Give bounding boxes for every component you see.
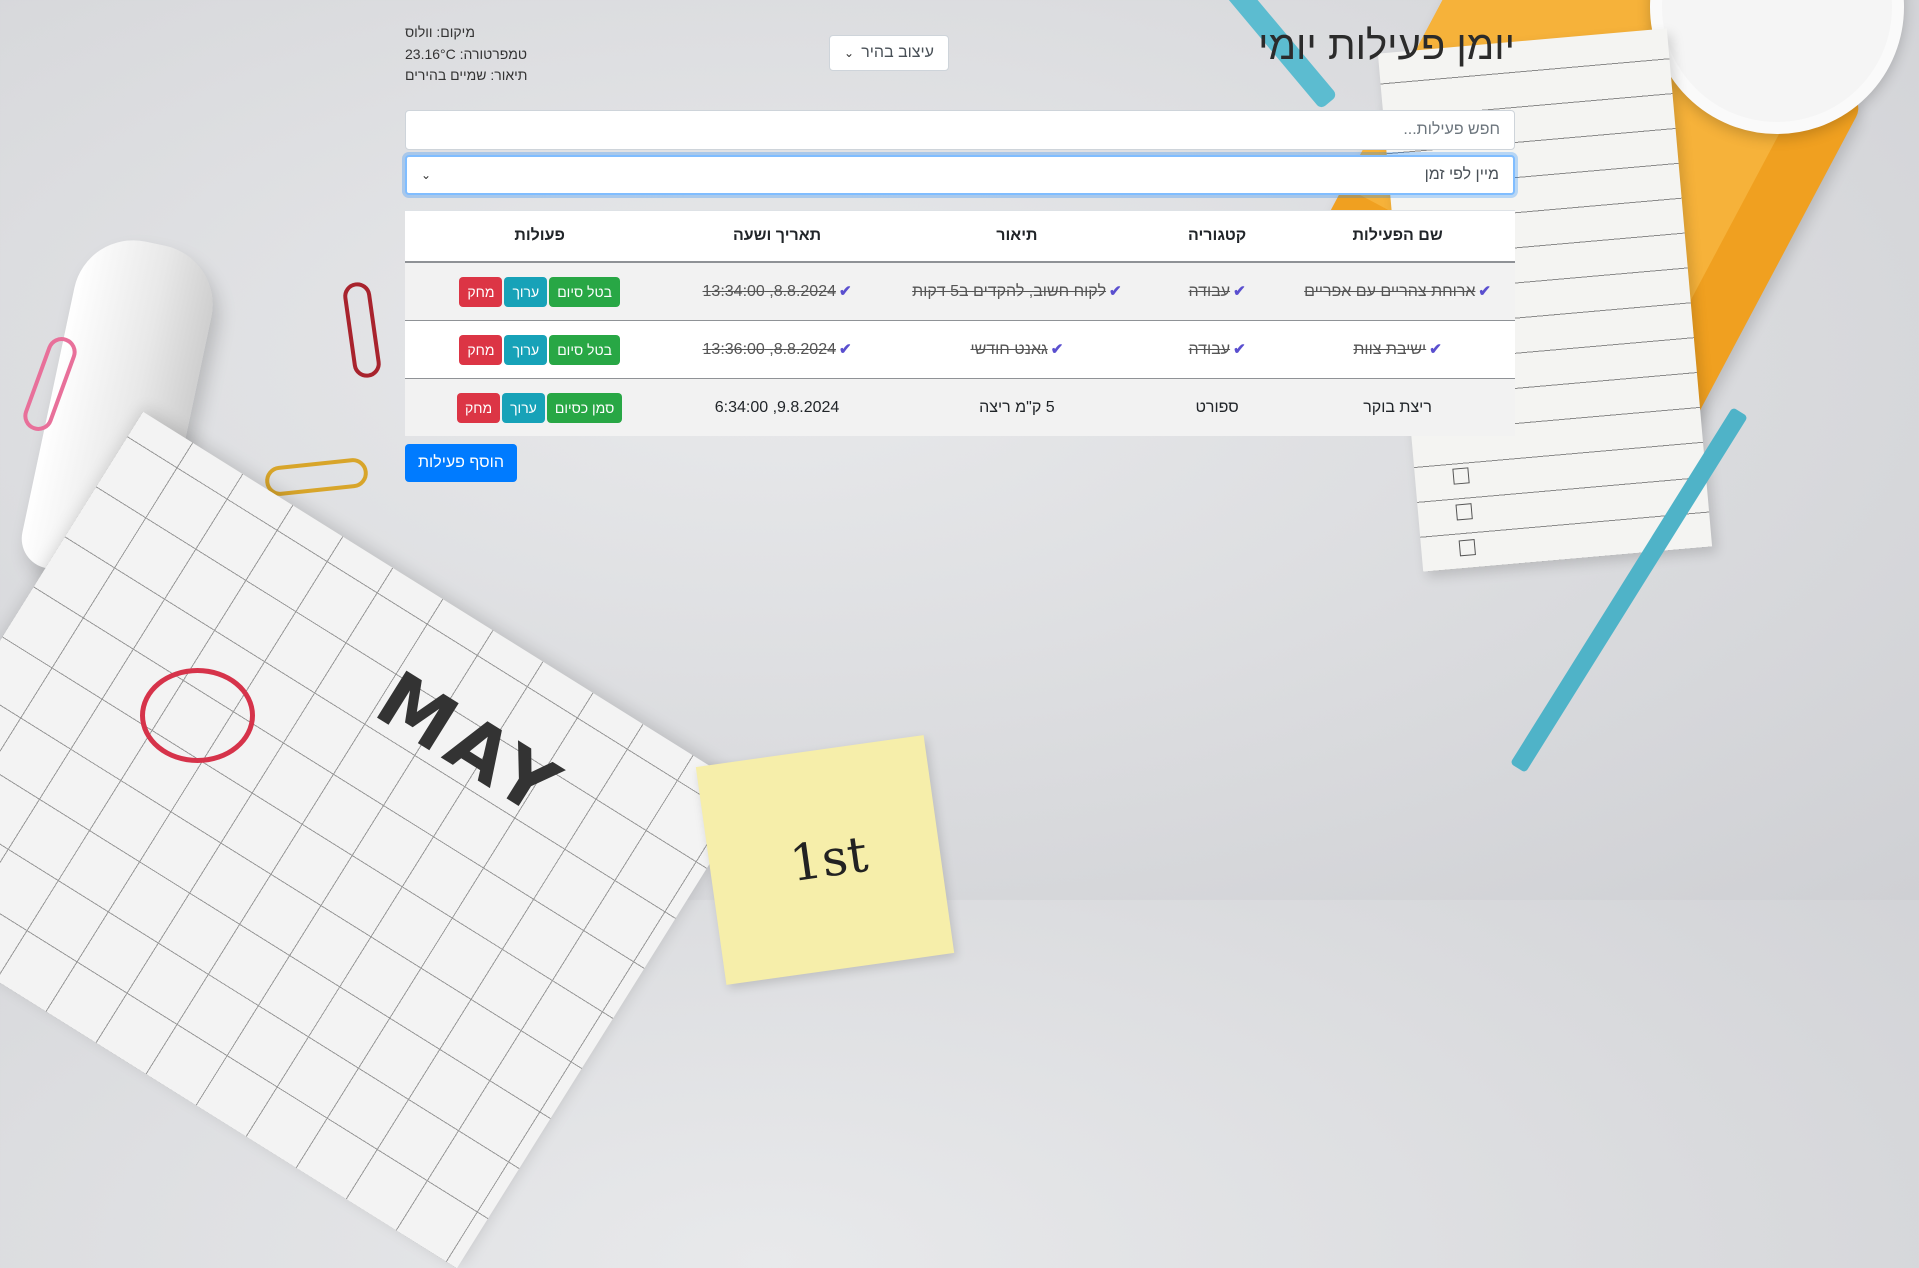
edit-button[interactable]: ערוך (504, 276, 548, 307)
activity-description: לקוח חשוב, להקדים ב5 דקות (912, 283, 1107, 300)
calendar-circle-mark (140, 668, 255, 763)
activities-table: שם הפעילות קטגוריה תיאור תאריך ושעה פעול… (405, 210, 1515, 436)
background-paperclip-yellow (263, 456, 370, 498)
activity-name: ארוחת צהריים עם אפריים (1304, 283, 1476, 300)
check-icon: ✔ (1050, 341, 1064, 358)
check-icon: ✔ (1429, 341, 1442, 358)
search-input[interactable] (405, 110, 1515, 150)
chevron-down-icon: ⌄ (844, 46, 855, 60)
background-paperclip-green (0, 624, 85, 684)
activity-category: ספורט (1195, 398, 1239, 416)
activity-category-cell: ✔עבודה (1154, 261, 1281, 321)
weather-widget: מיקום: וולוס טמפרטורה: 23.16°C תיאור: שמ… (405, 22, 605, 87)
background-pencil (1510, 407, 1748, 773)
check-icon: ✔ (1233, 341, 1246, 358)
activity-actions-cell: בטל סיוםערוךמחק (405, 261, 675, 321)
activity-datetime: 8.8.2024, 13:36:00 (702, 341, 836, 358)
check-icon: ✔ (1109, 283, 1122, 300)
activity-category-cell: ✔עבודה (1154, 320, 1281, 379)
theme-select[interactable]: עיצוב בהיר ⌄ (829, 35, 949, 71)
table-row: ריצת בוקר ספורט 5 ק"מ ריצה 9.8.2024, 6:3… (405, 378, 1515, 436)
check-icon: ✔ (1233, 283, 1246, 300)
edit-button[interactable]: ערוך (504, 334, 548, 365)
activity-actions-cell: בטל סיוםערוךמחק (405, 320, 675, 379)
activity-description-cell: ✔לקוח חשוב, להקדים ב5 דקות (879, 261, 1154, 321)
column-header-actions: פעולות (405, 210, 675, 263)
chevron-down-icon: ⌄ (421, 168, 432, 182)
activity-datetime: 8.8.2024, 13:34:00 (702, 283, 836, 300)
activity-log-app: יומן פעילות יומי עיצוב בהיר ⌄ מיקום: וול… (405, 0, 1515, 482)
background-clock (1650, 0, 1904, 134)
check-icon: ✔ (838, 283, 852, 300)
sticky-note-text: 1st (786, 824, 872, 894)
page-title: יומן פעילות יומי (1258, 24, 1515, 68)
background-stapler (16, 229, 224, 591)
weather-location: מיקום: וולוס (405, 24, 475, 40)
toggle-complete-button[interactable]: בטל סיום (549, 276, 620, 307)
add-activity-button[interactable]: הוסף פעילות (405, 444, 517, 482)
activity-actions-cell: סמן כסיוםערוךמחק (405, 378, 675, 436)
activity-name-cell: ✔ארוחת צהריים עם אפריים (1280, 261, 1515, 321)
column-header-datetime: תאריך ושעה (674, 210, 880, 263)
toggle-complete-button[interactable]: סמן כסיום (546, 392, 623, 423)
background-sticky-note (695, 735, 955, 985)
column-header-category: קטגוריה (1154, 210, 1281, 263)
toggle-complete-button[interactable]: בטל סיום (549, 334, 620, 365)
header: יומן פעילות יומי עיצוב בהיר ⌄ מיקום: וול… (405, 0, 1515, 95)
delete-button[interactable]: מחק (456, 392, 501, 423)
check-icon: ✔ (838, 341, 852, 358)
delete-button[interactable]: מחק (459, 276, 503, 307)
activity-datetime: 9.8.2024, 6:34:00 (714, 398, 840, 416)
activity-name: ריצת בוקר (1363, 398, 1432, 416)
activity-name: ישיבת צוות (1353, 341, 1427, 358)
weather-description: תיאור: שמיים בהירים (405, 67, 528, 83)
activity-category-cell: ספורט (1154, 378, 1281, 436)
activity-description-cell: ✔גאנט חודשי (879, 320, 1154, 379)
calendar-month-label: MAY (361, 653, 579, 836)
sort-select[interactable]: מיין לפי זמן ⌄ (405, 155, 1515, 195)
table-header-row: שם הפעילות קטגוריה תיאור תאריך ושעה פעול… (405, 210, 1515, 263)
activity-description: 5 ק"מ ריצה (979, 398, 1055, 416)
activity-datetime-cell: ✔8.8.2024, 13:36:00 (674, 320, 880, 379)
background-paperclip-red (341, 280, 383, 380)
column-header-description: תיאור (879, 210, 1154, 263)
column-header-name: שם הפעילות (1280, 210, 1515, 263)
activity-name-cell: ריצת בוקר (1280, 378, 1515, 436)
activity-description-cell: 5 ק"מ ריצה (879, 378, 1154, 436)
sort-select-value: מיין לפי זמן (1424, 166, 1499, 183)
activity-name-cell: ✔ישיבת צוות (1280, 320, 1515, 379)
delete-button[interactable]: מחק (459, 334, 503, 365)
theme-select-value: עיצוב בהיר (861, 44, 934, 61)
weather-temperature: טמפרטורה: 23.16°C (405, 45, 528, 62)
activity-datetime-cell: ✔8.8.2024, 13:34:00 (674, 261, 880, 321)
table-row: ✔ישיבת צוות ✔עבודה ✔גאנט חודשי ✔8.8.2024… (405, 320, 1515, 379)
background-paperclip-pink (19, 332, 81, 436)
check-icon: ✔ (1478, 283, 1491, 300)
edit-button[interactable]: ערוך (502, 392, 545, 423)
activity-datetime-cell: 9.8.2024, 6:34:00 (674, 378, 880, 436)
activity-category: עבודה (1188, 341, 1231, 358)
activity-category: עבודה (1188, 283, 1231, 300)
activity-description: גאנט חודשי (970, 341, 1048, 358)
background-calendar (0, 411, 754, 1268)
table-row: ✔ארוחת צהריים עם אפריים ✔עבודה ✔לקוח חשו… (405, 261, 1515, 321)
